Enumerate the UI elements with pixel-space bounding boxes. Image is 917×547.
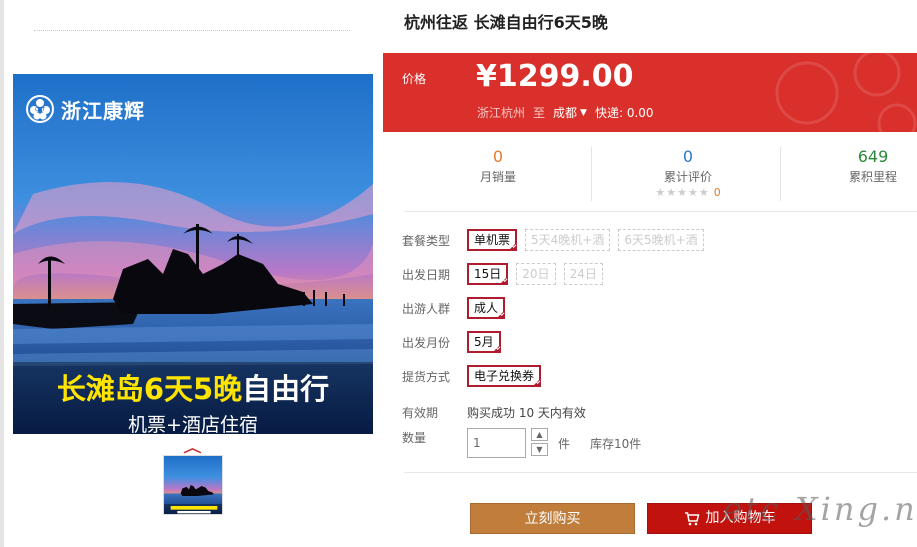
date-option[interactable]: 15日 (467, 263, 509, 285)
shipping-info: 浙江杭州 至 成都 ▼ 快递: 0.00 (477, 104, 654, 121)
rating-stars: ★ ★ ★ ★ ★ 0 (653, 186, 723, 199)
image-banner: 长滩岛6天5晚自由行 机票+酒店住宿 (13, 362, 373, 434)
quantity-row: 数量 1 ▲ ▼ 件 库存10件 (402, 428, 641, 458)
validity-row: 有效期 购买成功 10 天内有效 (402, 406, 586, 420)
monthly-sales: 0 月销量 (479, 147, 516, 184)
price: ¥1299.00 (476, 59, 634, 94)
left-edge (0, 0, 4, 547)
chevron-down-icon[interactable]: ▼ (580, 108, 587, 118)
quantity-unit: 件 (558, 437, 571, 451)
divider (34, 30, 350, 31)
star-icon: ★ (687, 186, 698, 199)
svg-text:CCT: CCT (35, 107, 46, 113)
ship-from: 浙江杭州 (477, 106, 526, 120)
brand-logo-icon: CCT (26, 95, 54, 123)
delivery-row: 提货方式 电子兑换券 (402, 365, 549, 387)
price-label: 价格 (402, 72, 427, 86)
reviews[interactable]: 0 累计评价 ★ ★ ★ ★ ★ 0 (653, 147, 723, 199)
main-product-image[interactable]: CCT 浙江康辉 长滩岛6天5晚自由行 机票+酒店住宿 (13, 74, 373, 434)
check-icon (532, 378, 542, 387)
points: 649 累积里程 (848, 147, 897, 184)
star-icon: ★ (655, 186, 666, 199)
buy-now-button[interactable]: 立刻购买 (470, 503, 635, 534)
divider (591, 147, 592, 201)
month-option[interactable]: 5月 (467, 331, 501, 353)
increment-icon[interactable]: ▲ (531, 428, 548, 441)
package-option[interactable]: 5天4晚机+酒 (525, 229, 611, 251)
thumbnail[interactable] (163, 455, 223, 515)
delivery-option[interactable]: 电子兑换券 (467, 365, 542, 387)
price-box: 价格 ¥1299.00 浙江杭州 至 成都 ▼ 快递: 0.00 (383, 53, 917, 132)
decrement-icon[interactable]: ▼ (531, 443, 548, 456)
date-option[interactable]: 24日 (563, 263, 603, 285)
package-option[interactable]: 6天5晚机+酒 (618, 229, 704, 251)
chevron-up-icon[interactable]: ︿ (183, 437, 201, 456)
divider (404, 472, 917, 473)
watermark: etc Xing.net (723, 490, 917, 528)
gallery-panel: CCT 浙江康辉 长滩岛6天5晚自由行 机票+酒店住宿 ︿ (0, 0, 383, 547)
stock-text: 库存10件 (590, 437, 642, 451)
check-icon (499, 276, 509, 285)
quantity-input[interactable]: 1 (467, 428, 526, 458)
check-icon (496, 310, 506, 319)
date-option[interactable]: 20日 (516, 263, 556, 285)
star-icon: ★ (666, 186, 677, 199)
date-row: 出发日期 15日 20日 24日 (402, 263, 611, 285)
details-panel: 杭州往返 长滩自由行6天5晚 价格 ¥1299.00 浙江杭州 至 成都 ▼ 快… (383, 0, 917, 547)
decorative-pattern (775, 53, 917, 132)
cart-icon (684, 511, 699, 525)
star-icon: ★ (698, 186, 709, 199)
shipping-fee: 快递: 0.00 (594, 106, 654, 120)
brand: CCT 浙江康辉 (25, 94, 145, 124)
people-row: 出游人群 成人 (402, 297, 513, 319)
product-title: 杭州往返 长滩自由行6天5晚 (404, 13, 608, 32)
quantity-stepper: ▲ ▼ (531, 428, 548, 456)
ship-to-label: 至 (533, 106, 546, 120)
check-icon (508, 242, 518, 251)
banner-subtitle: 机票+酒店住宿 (128, 414, 258, 434)
validity-text: 购买成功 10 天内有效 (467, 406, 586, 420)
month-row: 出发月份 5月 (402, 331, 509, 353)
destination-select[interactable]: 成都 (553, 104, 577, 121)
divider (404, 211, 917, 212)
check-icon (491, 344, 501, 353)
package-option[interactable]: 单机票 (467, 229, 518, 251)
divider (780, 147, 781, 201)
banner-title: 长滩岛6天5晚自由行 (56, 372, 330, 406)
thumbnail-image (164, 456, 222, 514)
stats-row: 0 月销量 0 累计评价 ★ ★ ★ ★ ★ 0 649 累积里程 (383, 145, 917, 201)
review-count: 0 (713, 186, 721, 199)
people-option[interactable]: 成人 (467, 297, 506, 319)
package-row: 套餐类型 单机票 5天4晚机+酒 6天5晚机+酒 (402, 229, 712, 251)
brand-name: 浙江康辉 (61, 98, 145, 123)
star-icon: ★ (677, 186, 687, 199)
